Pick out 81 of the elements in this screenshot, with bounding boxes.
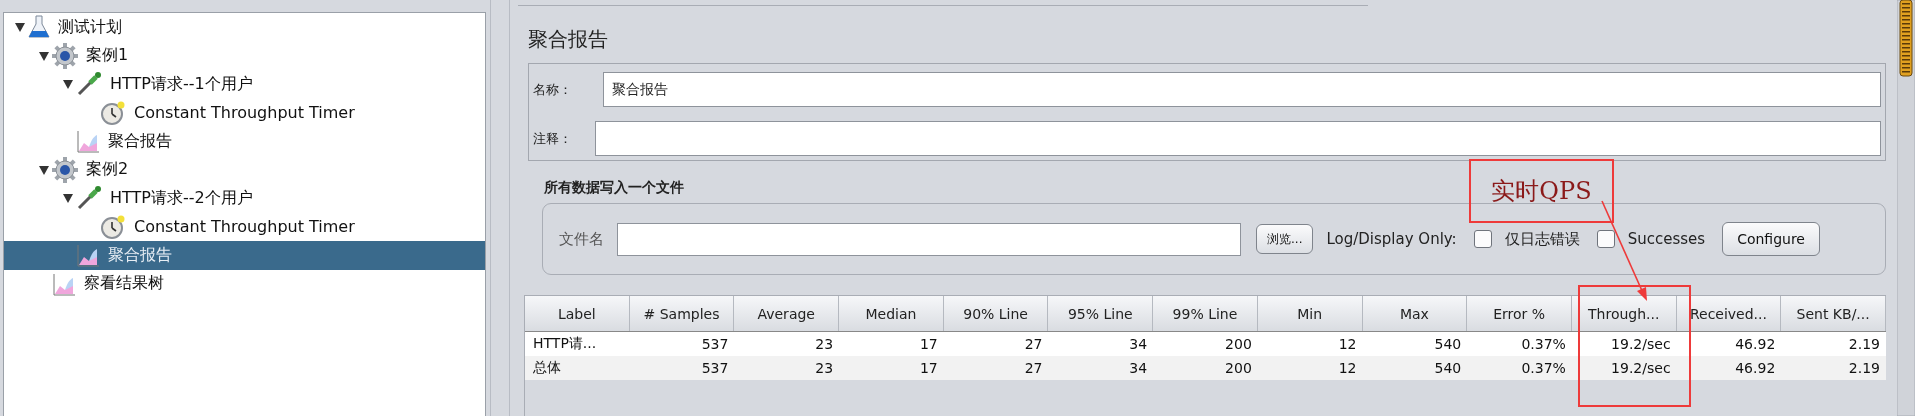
checkbox[interactable] [1473,230,1492,248]
tree-item[interactable]: HTTP请求--1个用户 [4,70,485,99]
gear-icon [52,42,78,69]
dropper-icon [76,185,102,212]
table-cell-text: 19.2/sec [1610,359,1672,378]
table-cell-text: 23 [814,335,835,354]
table-cell-text: 23 [814,359,835,378]
table-cell-text: 17 [918,359,939,378]
tree-item[interactable]: 察看结果树 [4,269,485,298]
column-header[interactable]: Label [525,296,630,331]
chart-icon [52,271,76,296]
clock-icon [100,99,126,126]
tree-item[interactable]: Constant Throughput Timer [4,212,485,241]
filename-field[interactable] [617,222,1241,256]
chart-icon [76,129,100,154]
log-display-label: Log/Display Only: [1326,230,1457,248]
table-cell-text: 34 [1128,335,1149,354]
column-header[interactable]: Sent KB/... [1781,296,1886,331]
table-cell-text: 34 [1128,359,1149,378]
tree-item[interactable]: 聚合报告 [4,241,485,270]
column-header[interactable]: Received... [1676,296,1782,331]
table-cell-text: 总体 [532,358,562,377]
table-cell-text: 2.19 [1847,359,1881,378]
column-header[interactable]: Max [1362,296,1468,331]
table-cell-text: 0.37% [1520,359,1567,378]
expand-triangle-icon[interactable] [38,49,50,62]
column-header[interactable]: Min [1257,296,1363,331]
column-header[interactable]: 99% Line [1153,296,1258,331]
column-header[interactable]: 95% Line [1048,296,1154,331]
column-header[interactable]: Average [734,296,840,331]
table-cell-text: 12 [1337,335,1358,354]
gear-icon [52,156,78,183]
table-cell-text: 0.37% [1520,335,1567,354]
table-cell-text: HTTP请... [532,334,598,353]
expand-triangle-icon[interactable] [38,163,50,176]
name-field[interactable]: 聚合报告 [603,72,1881,107]
field-label: 文件名 [559,229,604,249]
tree-item[interactable]: HTTP请求--2个用户 [4,184,485,213]
checkbox[interactable] [1596,230,1615,248]
flask-icon [28,15,50,40]
table-cell-text: 540 [1433,335,1463,354]
table-cell-text: 200 [1224,359,1253,378]
panel-title: 聚合报告 [528,26,609,53]
chart-icon [76,243,100,268]
configure-button[interactable]: Configure [1722,222,1820,256]
column-header[interactable]: 90% Line [943,296,1049,331]
table-cell-text: 2.19 [1847,335,1881,354]
column-header[interactable]: # Samples [629,296,735,331]
checkbox-label: Successes [1627,230,1706,248]
tree-item[interactable]: 案例2 [4,155,485,184]
annotation-callout: 实时QPS [1469,159,1614,223]
column-header[interactable]: Median [839,296,944,331]
tree-item[interactable]: Constant Throughput Timer [4,98,485,127]
column-header[interactable]: Error % [1467,296,1572,331]
checkbox-label: 仅日志错误 [1504,229,1580,249]
table-cell-text: 19.2/sec [1610,335,1672,354]
tree-item[interactable]: 案例1 [4,41,485,70]
expand-triangle-icon[interactable] [62,78,74,91]
expand-triangle-icon[interactable] [14,21,26,34]
clock-icon [100,213,126,240]
tree-item[interactable]: 聚合报告 [4,127,485,156]
scrollbar-thumb[interactable] [1899,0,1913,77]
field-label: 注释： [533,129,573,148]
table-cell-text: 12 [1337,359,1358,378]
browse-button[interactable]: 浏览... [1256,224,1314,254]
table-cell-text: 27 [1023,335,1044,354]
expand-triangle-icon[interactable] [62,192,74,205]
table-cell-text: 27 [1023,359,1044,378]
table-cell-text: 200 [1224,335,1253,354]
comment-field[interactable] [595,121,1881,156]
field-label: 名称： [533,80,573,99]
column-header[interactable]: Through... [1571,296,1677,331]
tree-item[interactable]: 测试计划 [4,13,485,42]
table-cell-text: 540 [1433,359,1463,378]
table-cell-text: 17 [918,335,939,354]
dropper-icon [76,71,102,98]
section-title: 所有数据写入一个文件 [544,179,684,197]
table-cell-text: 537 [700,335,730,354]
table-cell-text: 537 [700,359,730,378]
table-cell-text: 46.92 [1734,359,1777,378]
table-cell-text: 46.92 [1734,335,1777,354]
